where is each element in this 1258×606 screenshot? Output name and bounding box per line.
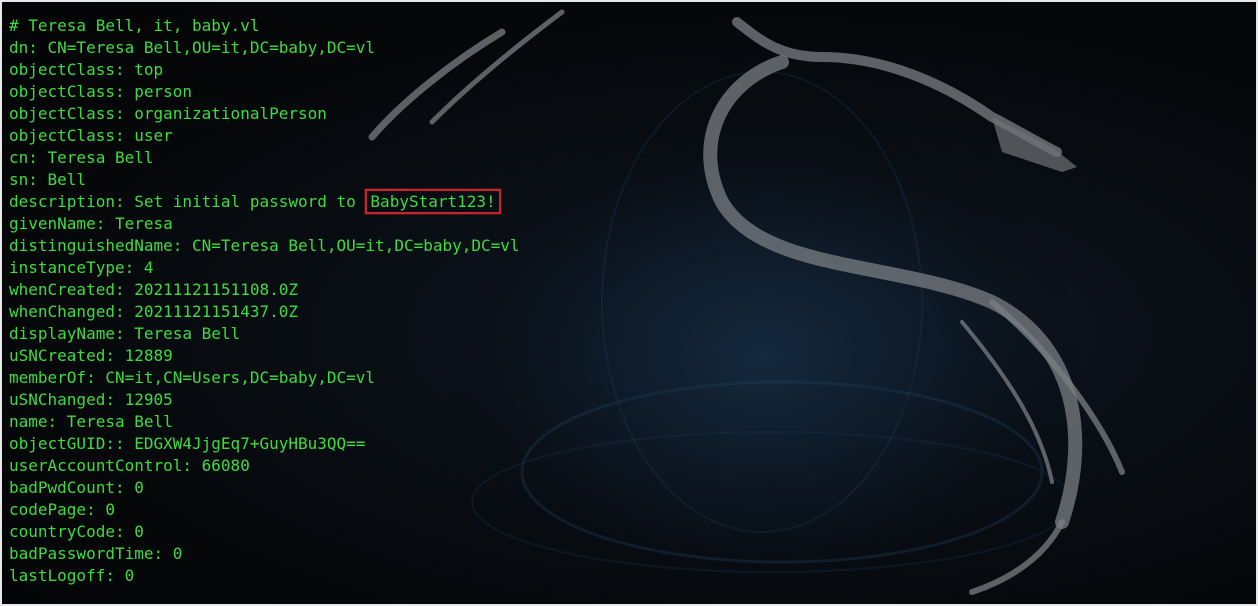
ldap-line: objectGUID:: EDGXW4JjgEq7+GuyHBu3QQ==: [9, 434, 366, 453]
highlighted-password: BabyStart123!: [365, 189, 501, 214]
ldap-line: userAccountControl: 66080: [9, 456, 250, 475]
ldap-line: whenCreated: 20211121151108.0Z: [9, 280, 298, 299]
ldap-line-description: description: Set initial password to Bab…: [9, 189, 520, 214]
ldap-line: # Teresa Bell, it, baby.vl: [9, 16, 260, 35]
ldap-line: whenChanged: 20211121151437.0Z: [9, 302, 298, 321]
ldap-line: badPwdCount: 0: [9, 478, 144, 497]
ldap-line: displayName: Teresa Bell: [9, 324, 241, 343]
ldap-line: name: Teresa Bell: [9, 412, 173, 431]
ldap-line: objectClass: user: [9, 126, 173, 145]
ldap-line: uSNCreated: 12889: [9, 346, 173, 365]
ldap-line: lastLogoff: 0: [9, 566, 135, 585]
ldap-line: objectClass: organizationalPerson: [9, 104, 327, 123]
ldap-line: sn: Bell: [9, 170, 87, 189]
terminal-window[interactable]: # Teresa Bell, it, baby.vl dn: CN=Teresa…: [0, 0, 1258, 606]
ldap-line: givenName: Teresa: [9, 214, 173, 233]
ldap-line: dn: CN=Teresa Bell,OU=it,DC=baby,DC=vl: [9, 38, 376, 57]
ldap-line: memberOf: CN=it,CN=Users,DC=baby,DC=vl: [9, 368, 376, 387]
ldap-line: instanceType: 4: [9, 258, 154, 277]
ldap-line: distinguishedName: CN=Teresa Bell,OU=it,…: [9, 236, 520, 255]
ldap-output: # Teresa Bell, it, baby.vl dn: CN=Teresa…: [9, 15, 520, 587]
ldap-line: uSNChanged: 12905: [9, 390, 173, 409]
ldap-line: objectClass: top: [9, 60, 164, 79]
ldap-line: countryCode: 0: [9, 522, 144, 541]
ldap-line: cn: Teresa Bell: [9, 148, 154, 167]
ldap-line: objectClass: person: [9, 82, 193, 101]
ldap-line: codePage: 0: [9, 500, 115, 519]
ldap-line: badPasswordTime: 0: [9, 544, 183, 563]
description-text: description: Set initial password to: [9, 192, 366, 211]
